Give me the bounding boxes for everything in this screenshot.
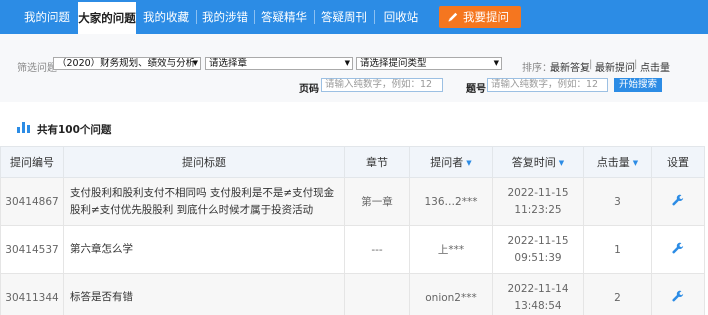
chevron-down-icon: ▼ [493,59,499,67]
answer-time-cell: 2022-11-15 09:51:39 [492,225,584,274]
table-header-row: 提问编号 提问标题 章节 提问者 ▼ 答复时间 ▼ 点击量 ▼ 设置 [0,146,705,178]
answer-time-cell: 2022-11-14 13:48:54 [492,273,584,315]
wrench-icon[interactable] [672,194,684,206]
question-title-link[interactable]: 第六章怎么学 [63,225,345,274]
bar-chart-icon [17,122,30,133]
header-asker[interactable]: 提问者 ▼ [409,146,493,178]
tab-divider [254,10,255,24]
filter-label: 筛选问题 [17,63,57,74]
answer-time-cell: 2022-11-15 11:23:25 [492,177,584,226]
question-title-link[interactable]: 标答是否有错 [63,273,345,315]
sort-down-icon: ▼ [466,159,472,167]
header-clicks[interactable]: 点击量 ▼ [583,146,652,178]
settings-cell [651,273,705,315]
ask-question-label: 我要提问 [463,10,509,24]
tab-qa-highlights[interactable]: 答疑精华 [256,0,312,34]
header-question-title: 提问标题 [63,146,345,178]
header-answer-time[interactable]: 答复时间 ▼ [492,146,584,178]
asker-cell: 136…2*** [409,177,493,226]
chapter-cell: --- [344,225,410,274]
course-select[interactable]: （2020）财务规划、绩效与分析 ▼ [53,57,201,70]
page-number-input[interactable]: 请输入纯数字，例如：12 [321,78,443,92]
chapter-select-value: 请选择章 [209,58,248,69]
top-tab-bar: 我的问题 大家的问题 我的收藏夹 我的涉错 答疑精华 答疑周刊 回收站 我要提问 [0,0,708,58]
header-chapter: 章节 [344,146,410,178]
header-clicks-label: 点击量 [596,156,630,169]
wrench-icon[interactable] [672,290,684,302]
settings-cell [651,177,705,226]
sort-click-count[interactable]: 点击量 [640,59,670,74]
tab-recycle-bin[interactable]: 回收站 [376,0,426,34]
tab-my-questions[interactable]: 我的问题 [18,0,76,34]
wrench-icon[interactable] [672,242,684,254]
answer-date: 2022-11-14 [507,282,569,295]
sort-latest-answer[interactable]: 最新答复 [550,59,590,74]
settings-cell [651,225,705,274]
answer-clock: 13:48:54 [514,299,562,312]
pencil-icon [448,12,458,22]
click-count-cell: 2 [583,273,652,315]
chapter-cell [344,273,410,315]
answer-date: 2022-11-15 [507,234,569,247]
sort-down-icon: ▼ [558,159,565,167]
question-id: 30414537 [0,225,64,274]
question-count: 共有100个问题 [37,124,112,136]
question-type-select-value: 请选择提问类型 [360,58,427,69]
tab-divider [196,10,197,24]
asker-cell: onion2*** [409,273,493,315]
tab-my-favorites[interactable]: 我的收藏夹 [138,0,194,58]
tab-all-questions[interactable]: 大家的问题 [78,2,136,34]
header-asker-label: 提问者 [430,156,464,169]
search-button[interactable]: 开始搜索 [614,78,662,92]
asker-cell: 上*** [409,225,493,274]
question-type-select[interactable]: 请选择提问类型 ▼ [356,57,502,70]
header-answer-time-label: 答复时间 [511,156,556,169]
count-row: 共有100个问题 [0,110,708,146]
click-count-cell: 1 [583,225,652,274]
chevron-down-icon: ▼ [192,59,198,67]
question-id: 30414867 [0,177,64,226]
header-settings: 设置 [651,146,705,178]
chevron-down-icon: ▼ [344,59,350,67]
answer-clock: 09:51:39 [514,251,562,264]
ask-question-button[interactable]: 我要提问 [439,6,521,28]
answer-clock: 11:23:25 [514,203,562,216]
question-id: 30411344 [0,273,64,315]
sort-label: 排序： [522,63,552,74]
chapter-select[interactable]: 请选择章 ▼ [205,57,353,70]
question-number-label: 题号 [466,84,486,95]
header-question-id: 提问编号 [0,146,64,178]
page-number-label: 页码 [299,84,319,95]
tab-divider [314,10,315,24]
tab-qa-weekly[interactable]: 答疑周刊 [316,0,372,34]
tab-my-involved[interactable]: 我的涉错 [198,0,252,34]
table-row: 30414537 第六章怎么学 --- 上*** 2022-11-15 09:51… [0,225,705,274]
table-row: 30414867 支付股利和股利支付不相同吗 支付股利是不是≠支付现金股利≠支付… [0,177,705,226]
sort-latest-question[interactable]: 最新提问 [595,59,635,74]
question-number-input[interactable]: 请输入纯数字，例如：12 [487,78,608,92]
sort-divider: | [589,59,593,70]
questions-table: 提问编号 提问标题 章节 提问者 ▼ 答复时间 ▼ 点击量 ▼ 设置 30414867… [0,146,705,315]
question-title-link[interactable]: 支付股利和股利支付不相同吗 支付股利是不是≠支付现金股利≠支付优先股股利 到底什… [63,177,345,226]
tab-divider [374,10,375,24]
sort-down-icon: ▼ [632,159,639,167]
course-select-value: （2020）财务规划、绩效与分析 [57,58,196,69]
answer-date: 2022-11-15 [507,186,569,199]
table-row: 30411344 标答是否有错 onion2*** 2022-11-14 13:4… [0,273,705,315]
click-count-cell: 3 [583,177,652,226]
sort-divider: | [634,59,638,70]
chapter-cell: 第一章 [344,177,410,226]
